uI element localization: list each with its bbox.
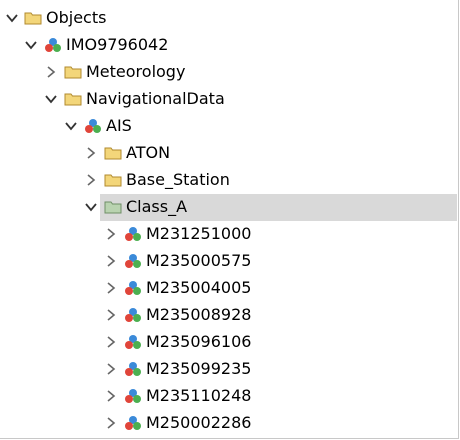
tree-node-class-a-content[interactable]: Class_A <box>0 194 457 221</box>
tree-node-label: M231251000 <box>146 224 252 243</box>
chevron-right-icon[interactable] <box>84 146 98 160</box>
object-icon <box>124 415 142 431</box>
tree-node-label: Meteorology <box>86 62 186 81</box>
tree-node-objects[interactable]: Objects <box>0 5 457 32</box>
tree-node-aton[interactable]: ATON <box>0 140 457 167</box>
object-icon <box>124 280 142 296</box>
folder-icon <box>104 199 122 215</box>
tree-node-ship[interactable]: M250002286 <box>0 410 457 437</box>
tree-node-ship[interactable]: M231251000 <box>0 221 457 248</box>
tree-node-base-station[interactable]: Base_Station <box>0 167 457 194</box>
tree-view: Objects IMO9796042 Meteorology Navigatio… <box>0 0 459 439</box>
tree-node-label: AIS <box>106 116 132 135</box>
tree-node-label: NavigationalData <box>86 89 225 108</box>
tree-node-label: M235000575 <box>146 251 252 270</box>
folder-icon <box>64 91 82 107</box>
tree-node-label: M235110248 <box>146 386 252 405</box>
chevron-down-icon[interactable] <box>5 11 19 25</box>
object-icon <box>84 118 102 134</box>
object-icon <box>124 388 142 404</box>
tree-node-navigational-data[interactable]: NavigationalData <box>0 86 457 113</box>
object-icon <box>124 361 142 377</box>
chevron-down-icon[interactable] <box>84 200 98 214</box>
chevron-right-icon[interactable] <box>104 362 118 376</box>
tree-node-ship[interactable]: M235099235 <box>0 356 457 383</box>
tree-node-ship[interactable]: M235096106 <box>0 329 457 356</box>
folder-icon <box>24 10 42 26</box>
chevron-right-icon[interactable] <box>104 254 118 268</box>
tree-node-label: ATON <box>126 143 171 162</box>
folder-icon <box>104 145 122 161</box>
tree-node-label: M235008928 <box>146 305 252 324</box>
tree-node-label: Class_A <box>126 197 188 216</box>
object-icon <box>124 253 142 269</box>
chevron-right-icon[interactable] <box>104 308 118 322</box>
chevron-right-icon[interactable] <box>44 65 58 79</box>
chevron-right-icon[interactable] <box>104 227 118 241</box>
chevron-right-icon[interactable] <box>104 389 118 403</box>
tree-node-label: M235096106 <box>146 332 252 351</box>
object-icon <box>124 307 142 323</box>
chevron-right-icon[interactable] <box>104 416 118 430</box>
tree-node-label: M235004005 <box>146 278 252 297</box>
tree-node-vessel[interactable]: IMO9796042 <box>0 32 457 59</box>
tree-node-label: M235099235 <box>146 359 252 378</box>
chevron-down-icon[interactable] <box>44 92 58 106</box>
object-icon <box>124 226 142 242</box>
chevron-right-icon[interactable] <box>84 173 98 187</box>
chevron-down-icon[interactable] <box>64 119 78 133</box>
tree-node-ship[interactable]: M235000575 <box>0 248 457 275</box>
object-icon <box>124 334 142 350</box>
tree-node-ais[interactable]: AIS <box>0 113 457 140</box>
object-icon <box>44 37 62 53</box>
tree-node-label: Base_Station <box>126 170 230 189</box>
tree-node-ship[interactable]: M235004005 <box>0 275 457 302</box>
tree-node-label: Objects <box>46 8 107 27</box>
tree-node-ship[interactable]: M235110248 <box>0 383 457 410</box>
chevron-right-icon[interactable] <box>104 281 118 295</box>
folder-icon <box>64 64 82 80</box>
tree-node-ship[interactable]: M235008928 <box>0 302 457 329</box>
chevron-right-icon[interactable] <box>104 335 118 349</box>
tree-node-label: IMO9796042 <box>66 35 169 54</box>
tree-node-meteorology[interactable]: Meteorology <box>0 59 457 86</box>
folder-icon <box>104 172 122 188</box>
tree-node-label: M250002286 <box>146 413 252 432</box>
chevron-down-icon[interactable] <box>24 38 38 52</box>
